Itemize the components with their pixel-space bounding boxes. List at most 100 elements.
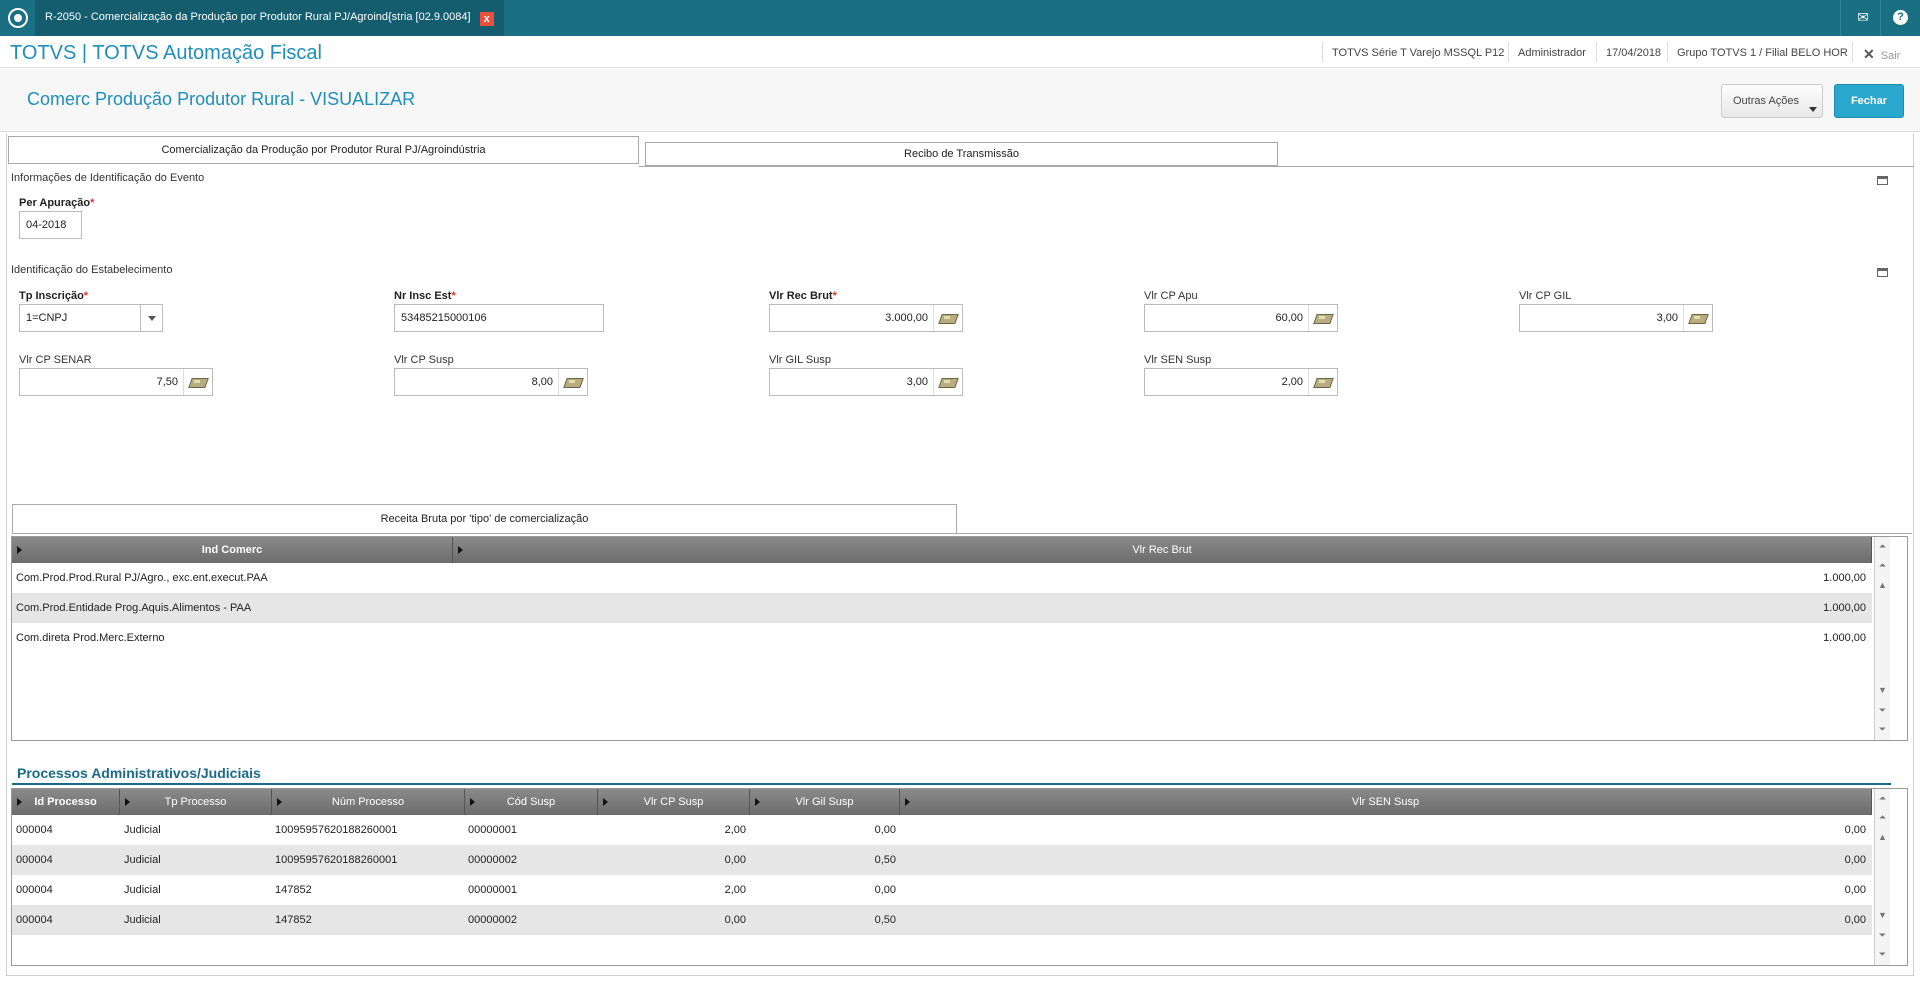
minimize-icon[interactable] — [1877, 268, 1888, 277]
vlr-sen-susp-field[interactable]: 2,00 — [1144, 368, 1338, 396]
calculator-icon[interactable] — [1314, 375, 1332, 389]
column-header-vlr-sen-susp[interactable]: Vlr SEN Susp — [900, 789, 1872, 815]
divider — [1683, 305, 1684, 331]
establishment-section-title: Identificação do Estabelecimento — [11, 264, 173, 276]
brand-title: TOTVS | TOTVS Automação Fiscal — [10, 42, 322, 64]
window-tab[interactable]: R-2050 - Comercialização da Produção por… — [35, 0, 504, 36]
scroll-page-down-icon[interactable]: ⏷ — [1878, 929, 1887, 941]
close-tab-icon[interactable]: x — [479, 12, 494, 26]
scroll-bottom-icon[interactable]: ⏷ — [1878, 948, 1887, 960]
table-cell: 0,00 — [1844, 884, 1866, 896]
table-cell: 1.000,00 — [1823, 572, 1866, 584]
vlr-cp-apu-value: 60,00 — [1275, 312, 1303, 324]
table-cell: 2,00 — [724, 824, 746, 836]
column-header-vlr-rec-brut[interactable]: Vlr Rec Brut — [453, 537, 1872, 563]
per-apuracao-field[interactable]: 04-2018 — [19, 211, 82, 239]
tab-recibo-transmissao[interactable]: Recibo de Transmissão — [645, 142, 1278, 166]
company-label[interactable]: Grupo TOTVS 1 / Filial BELO HOR — [1677, 47, 1848, 59]
calculator-icon[interactable] — [1314, 311, 1332, 325]
table-cell: 1.000,00 — [1823, 632, 1866, 644]
table-row[interactable]: 000004 Judicial 147852 00000002 0,00 0,5… — [12, 905, 1872, 935]
divider — [1852, 42, 1853, 62]
table-cell: 00000001 — [468, 884, 517, 896]
scroll-page-down-icon[interactable]: ⏷ — [1878, 704, 1887, 716]
tp-inscricao-value: 1=CNPJ — [26, 312, 68, 324]
vlr-cp-susp-field[interactable]: 8,00 — [394, 368, 588, 396]
scrollbar[interactable]: ⏶ ⏶ ▲ ▼ ⏷ ⏷ — [1874, 537, 1890, 740]
table-row[interactable]: 000004 Judicial 10095957620188260001 000… — [12, 845, 1872, 875]
divider — [1308, 369, 1309, 395]
table-cell: 10095957620188260001 — [275, 824, 398, 836]
scroll-top-icon[interactable]: ⏶ — [1878, 540, 1887, 552]
user-label[interactable]: Administrador — [1518, 47, 1586, 59]
table-cell: 0,00 — [1844, 914, 1866, 926]
column-header-cod-susp[interactable]: Cód Susp — [465, 789, 598, 815]
table-cell: Com.Prod.Entidade Prog.Aquis.Alimentos -… — [16, 602, 252, 614]
vlr-cp-susp-label: Vlr CP Susp — [394, 354, 454, 366]
table-cell: 0,00 — [1844, 824, 1866, 836]
event-section-title: Informações de Identificação do Evento — [11, 172, 205, 184]
divider — [1508, 42, 1509, 62]
column-header-vlr-gil-susp[interactable]: Vlr Gil Susp — [750, 789, 900, 815]
calculator-icon[interactable] — [189, 375, 207, 389]
column-header-id-processo[interactable]: Id Processo — [12, 789, 120, 815]
other-actions-label: Outras Ações — [1733, 95, 1800, 107]
column-header-vlr-cp-susp[interactable]: Vlr CP Susp — [598, 789, 750, 815]
scroll-up-icon[interactable]: ▲ — [1878, 579, 1887, 591]
table-row[interactable]: Com.Prod.Prod.Rural PJ/Agro., exc.ent.ex… — [12, 563, 1872, 593]
scroll-top-icon[interactable]: ⏶ — [1878, 792, 1887, 804]
minimize-icon[interactable] — [1877, 176, 1888, 185]
table-cell: 000004 — [16, 854, 53, 866]
calculator-icon[interactable] — [939, 375, 957, 389]
totvs-logo-icon[interactable] — [8, 8, 28, 28]
vlr-cp-gil-field[interactable]: 3,00 — [1519, 304, 1713, 332]
column-header-tp-processo[interactable]: Tp Processo — [120, 789, 272, 815]
vlr-gil-susp-field[interactable]: 3,00 — [769, 368, 963, 396]
vlr-cp-apu-field[interactable]: 60,00 — [1144, 304, 1338, 332]
table-cell: Judicial — [124, 854, 161, 866]
table-cell: 000004 — [16, 914, 53, 926]
table-cell: 147852 — [275, 884, 312, 896]
calculator-icon[interactable] — [939, 311, 957, 325]
column-header-ind-comerc[interactable]: Ind Comerc — [12, 537, 453, 563]
vlr-cp-senar-field[interactable]: 7,50 — [19, 368, 213, 396]
table-cell: 0,00 — [874, 884, 896, 896]
tp-inscricao-select[interactable]: 1=CNPJ — [19, 304, 163, 332]
tab-comercializacao[interactable]: Comercialização da Produção por Produtor… — [8, 136, 639, 164]
vlr-rec-brut-field[interactable]: 3.000,00 — [769, 304, 963, 332]
scroll-up-icon[interactable]: ▲ — [1878, 831, 1887, 843]
scroll-down-icon[interactable]: ▼ — [1878, 684, 1887, 696]
mail-icon[interactable]: ✉ — [1855, 9, 1871, 25]
window-titlebar: R-2050 - Comercialização da Produção por… — [0, 0, 1920, 36]
table-cell: 1.000,00 — [1823, 602, 1866, 614]
table-cell: 147852 — [275, 914, 312, 926]
table-row[interactable]: Com.Prod.Entidade Prog.Aquis.Alimentos -… — [12, 593, 1872, 623]
scroll-page-up-icon[interactable]: ⏶ — [1878, 811, 1887, 823]
table-row[interactable]: Com.direta Prod.Merc.Externo 1.000,00 — [12, 623, 1872, 653]
vlr-cp-apu-label: Vlr CP Apu — [1144, 290, 1198, 302]
nr-insc-est-field[interactable]: 53485215000106 — [394, 304, 604, 332]
help-icon[interactable]: ? — [1893, 10, 1908, 25]
close-button[interactable]: Fechar — [1834, 84, 1904, 118]
chevron-down-icon[interactable] — [140, 305, 162, 331]
other-actions-button[interactable]: Outras Ações — [1721, 84, 1823, 118]
divider — [558, 369, 559, 395]
table-cell: 0,00 — [1844, 854, 1866, 866]
column-header-num-processo[interactable]: Núm Processo — [272, 789, 465, 815]
scroll-bottom-icon[interactable]: ⏷ — [1878, 723, 1887, 735]
processos-section-title: Processos Administrativos/Judiciais — [17, 765, 261, 781]
date-label[interactable]: 17/04/2018 — [1606, 47, 1661, 59]
scroll-page-up-icon[interactable]: ⏶ — [1878, 559, 1887, 571]
table-cell: 00000002 — [468, 854, 517, 866]
table-row[interactable]: 000004 Judicial 10095957620188260001 000… — [12, 815, 1872, 845]
scrollbar[interactable]: ⏶ ⏶ ▲ ▼ ⏷ ⏷ — [1874, 789, 1890, 965]
table-row[interactable]: 000004 Judicial 147852 00000001 2,00 0,0… — [12, 875, 1872, 905]
calculator-icon[interactable] — [564, 375, 582, 389]
logout-button[interactable]: ✕ Sair — [1863, 46, 1900, 63]
calculator-icon[interactable] — [1689, 311, 1707, 325]
scroll-down-icon[interactable]: ▼ — [1878, 909, 1887, 921]
window-tab-title: R-2050 - Comercialização da Produção por… — [45, 11, 471, 23]
divider — [1308, 305, 1309, 331]
tab-receita-bruta[interactable]: Receita Bruta por 'tipo' de comercializa… — [12, 504, 957, 534]
divider — [1667, 42, 1668, 62]
